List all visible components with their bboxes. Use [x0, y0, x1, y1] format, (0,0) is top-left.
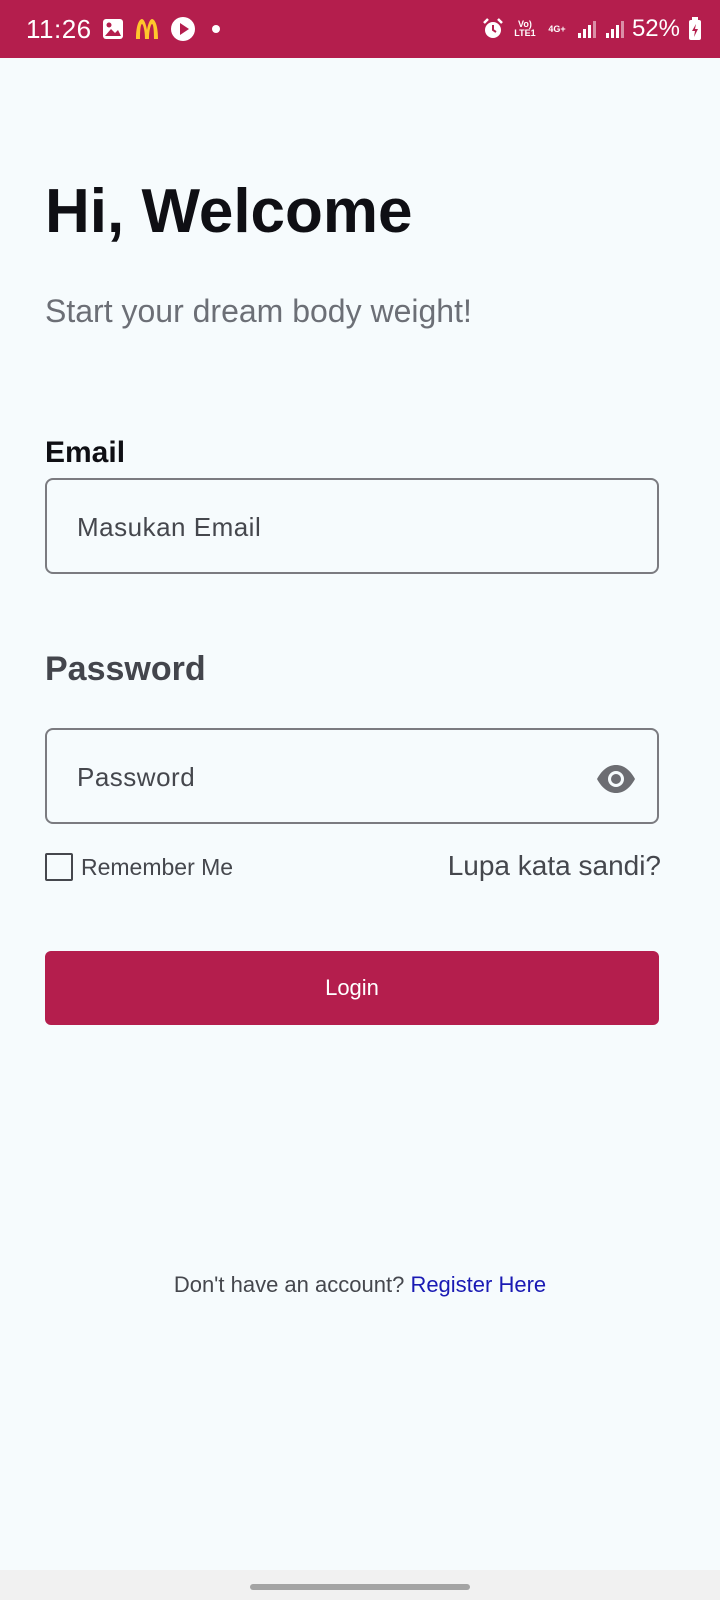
page-subtitle: Start your dream body weight!	[45, 293, 472, 329]
mcdonalds-icon	[134, 18, 160, 40]
remember-me-label: Remember Me	[81, 853, 234, 880]
remember-me-checkbox[interactable]	[45, 853, 73, 881]
remember-me[interactable]: Remember Me	[45, 853, 233, 881]
password-field-container	[45, 728, 659, 824]
signal-icon	[604, 19, 624, 39]
login-button[interactable]: Login	[45, 951, 659, 1025]
gallery-icon	[102, 18, 124, 40]
battery-icon	[688, 17, 702, 41]
home-indicator[interactable]	[250, 1584, 470, 1590]
eye-icon[interactable]	[595, 758, 637, 800]
email-field-container	[45, 478, 659, 574]
register-prompt-text: Don't have an account?	[173, 1272, 405, 1297]
signal-icon	[576, 19, 596, 39]
email-label: Email	[45, 436, 126, 469]
register-prompt: Don't have an account? Register Here	[0, 1272, 720, 1298]
status-time: 11:26	[26, 13, 92, 44]
play-icon	[170, 16, 196, 42]
status-bar: 11:26 Vo) LTE1 4G+ 52%	[0, 0, 720, 58]
navigation-bar	[0, 1570, 720, 1600]
register-link[interactable]: Register Here	[410, 1272, 546, 1297]
password-label: Password	[45, 650, 206, 688]
password-field[interactable]	[75, 730, 599, 824]
dot-icon	[206, 19, 226, 39]
status-right: Vo) LTE1 4G+ 52%	[482, 0, 702, 58]
alarm-icon	[482, 18, 504, 40]
volte-label: Vo) LTE1	[514, 19, 536, 38]
forgot-password-link[interactable]: Lupa kata sandi?	[448, 850, 661, 882]
network-type-label: 4G+	[548, 23, 566, 34]
email-field[interactable]	[75, 480, 599, 574]
battery-percent: 52%	[631, 15, 680, 42]
page-title: Hi, Welcome	[45, 177, 413, 246]
status-left: 11:26	[26, 0, 226, 58]
